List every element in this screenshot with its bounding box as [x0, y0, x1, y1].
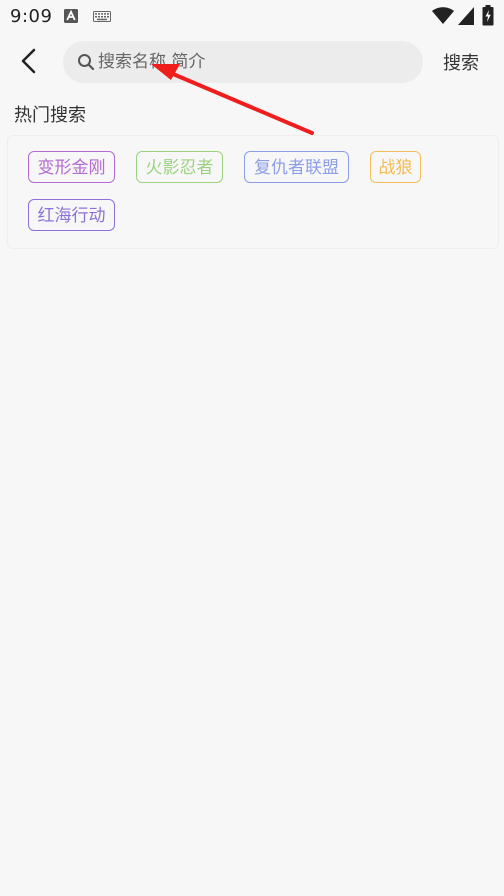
- battery-charging-icon: [482, 5, 494, 26]
- back-button[interactable]: [12, 44, 46, 78]
- hot-tag-transformers[interactable]: 变形金刚: [28, 151, 115, 183]
- search-button[interactable]: 搜索: [443, 49, 479, 75]
- search-icon: [78, 54, 95, 71]
- search-input[interactable]: [98, 41, 408, 83]
- wifi-icon: [432, 7, 454, 24]
- hot-tag-wolf-warrior[interactable]: 战狼: [370, 151, 421, 183]
- hot-tag-naruto[interactable]: 火影忍者: [136, 151, 223, 183]
- signal-icon: [458, 7, 474, 25]
- back-arrow-icon: [21, 48, 36, 74]
- search-box[interactable]: [63, 41, 423, 83]
- keyboard-icon: [93, 11, 111, 22]
- hot-search-title: 热门搜索: [14, 105, 86, 126]
- a-notification-icon: [64, 9, 78, 23]
- hot-tag-operation-red-sea[interactable]: 红海行动: [28, 199, 115, 231]
- hot-search-panel: 变形金刚 火影忍者 复仇者联盟 战狼 红海行动: [7, 135, 499, 249]
- status-time: 9:09: [10, 6, 53, 27]
- hot-tag-avengers[interactable]: 复仇者联盟: [244, 151, 349, 183]
- top-bar: 搜索: [0, 36, 504, 88]
- status-bar: 9:09: [0, 0, 504, 34]
